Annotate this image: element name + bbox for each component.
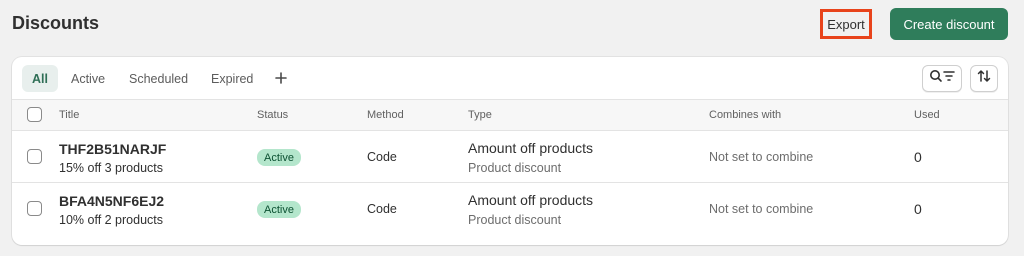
method-cell: Code xyxy=(367,150,397,164)
combines-cell: Not set to combine xyxy=(709,202,814,216)
search-filter-button[interactable] xyxy=(922,65,962,92)
column-type: Type xyxy=(468,109,492,121)
tab-all[interactable]: All xyxy=(22,65,58,92)
sort-button[interactable] xyxy=(970,65,998,92)
plus-icon[interactable] xyxy=(272,67,290,89)
row-checkbox[interactable] xyxy=(27,201,42,216)
select-all-checkbox[interactable] xyxy=(27,107,42,122)
tab-scheduled[interactable]: Scheduled xyxy=(119,65,198,92)
status-badge: Active xyxy=(257,201,301,218)
combines-cell: Not set to combine xyxy=(709,150,814,164)
page-title: Discounts xyxy=(12,13,100,33)
table-row[interactable]: THF2B51NARJF 15% off 3 products Active C… xyxy=(12,131,1008,183)
type-subtitle: Product discount xyxy=(468,213,562,227)
filter-tabbar: All Active Scheduled Expired xyxy=(12,57,1008,100)
type-subtitle: Product discount xyxy=(468,161,562,175)
search-filter-icon xyxy=(929,69,955,88)
table-header: Title Status Method Type Combines with U… xyxy=(12,100,1008,131)
column-used: Used xyxy=(914,109,940,121)
discount-code[interactable]: BFA4N5NF6EJ2 xyxy=(59,193,164,209)
row-checkbox[interactable] xyxy=(27,149,42,164)
method-cell: Code xyxy=(367,202,397,216)
tab-active[interactable]: Active xyxy=(61,65,115,92)
column-status: Status xyxy=(257,109,289,121)
discounts-card: All Active Scheduled Expired Title Statu… xyxy=(12,57,1008,245)
sort-icon xyxy=(977,69,991,88)
discounts-page: Discounts Export Create discount All Act… xyxy=(0,0,1024,256)
discount-summary: 10% off 2 products xyxy=(59,213,164,227)
create-discount-button[interactable]: Create discount xyxy=(890,8,1008,40)
column-combines-with: Combines with xyxy=(709,109,782,121)
type-cell: Amount off products xyxy=(468,140,594,156)
status-badge: Active xyxy=(257,149,301,166)
used-cell: 0 xyxy=(914,201,922,217)
export-button[interactable]: Export xyxy=(820,9,872,39)
type-cell: Amount off products xyxy=(468,192,594,208)
used-cell: 0 xyxy=(914,149,922,165)
table-row[interactable]: BFA4N5NF6EJ2 10% off 2 products Active C… xyxy=(12,183,1008,235)
tab-expired[interactable]: Expired xyxy=(201,65,263,92)
column-method: Method xyxy=(367,109,404,121)
discount-code[interactable]: THF2B51NARJF xyxy=(59,141,166,157)
column-title: Title xyxy=(59,109,80,121)
discount-summary: 15% off 3 products xyxy=(59,161,164,175)
